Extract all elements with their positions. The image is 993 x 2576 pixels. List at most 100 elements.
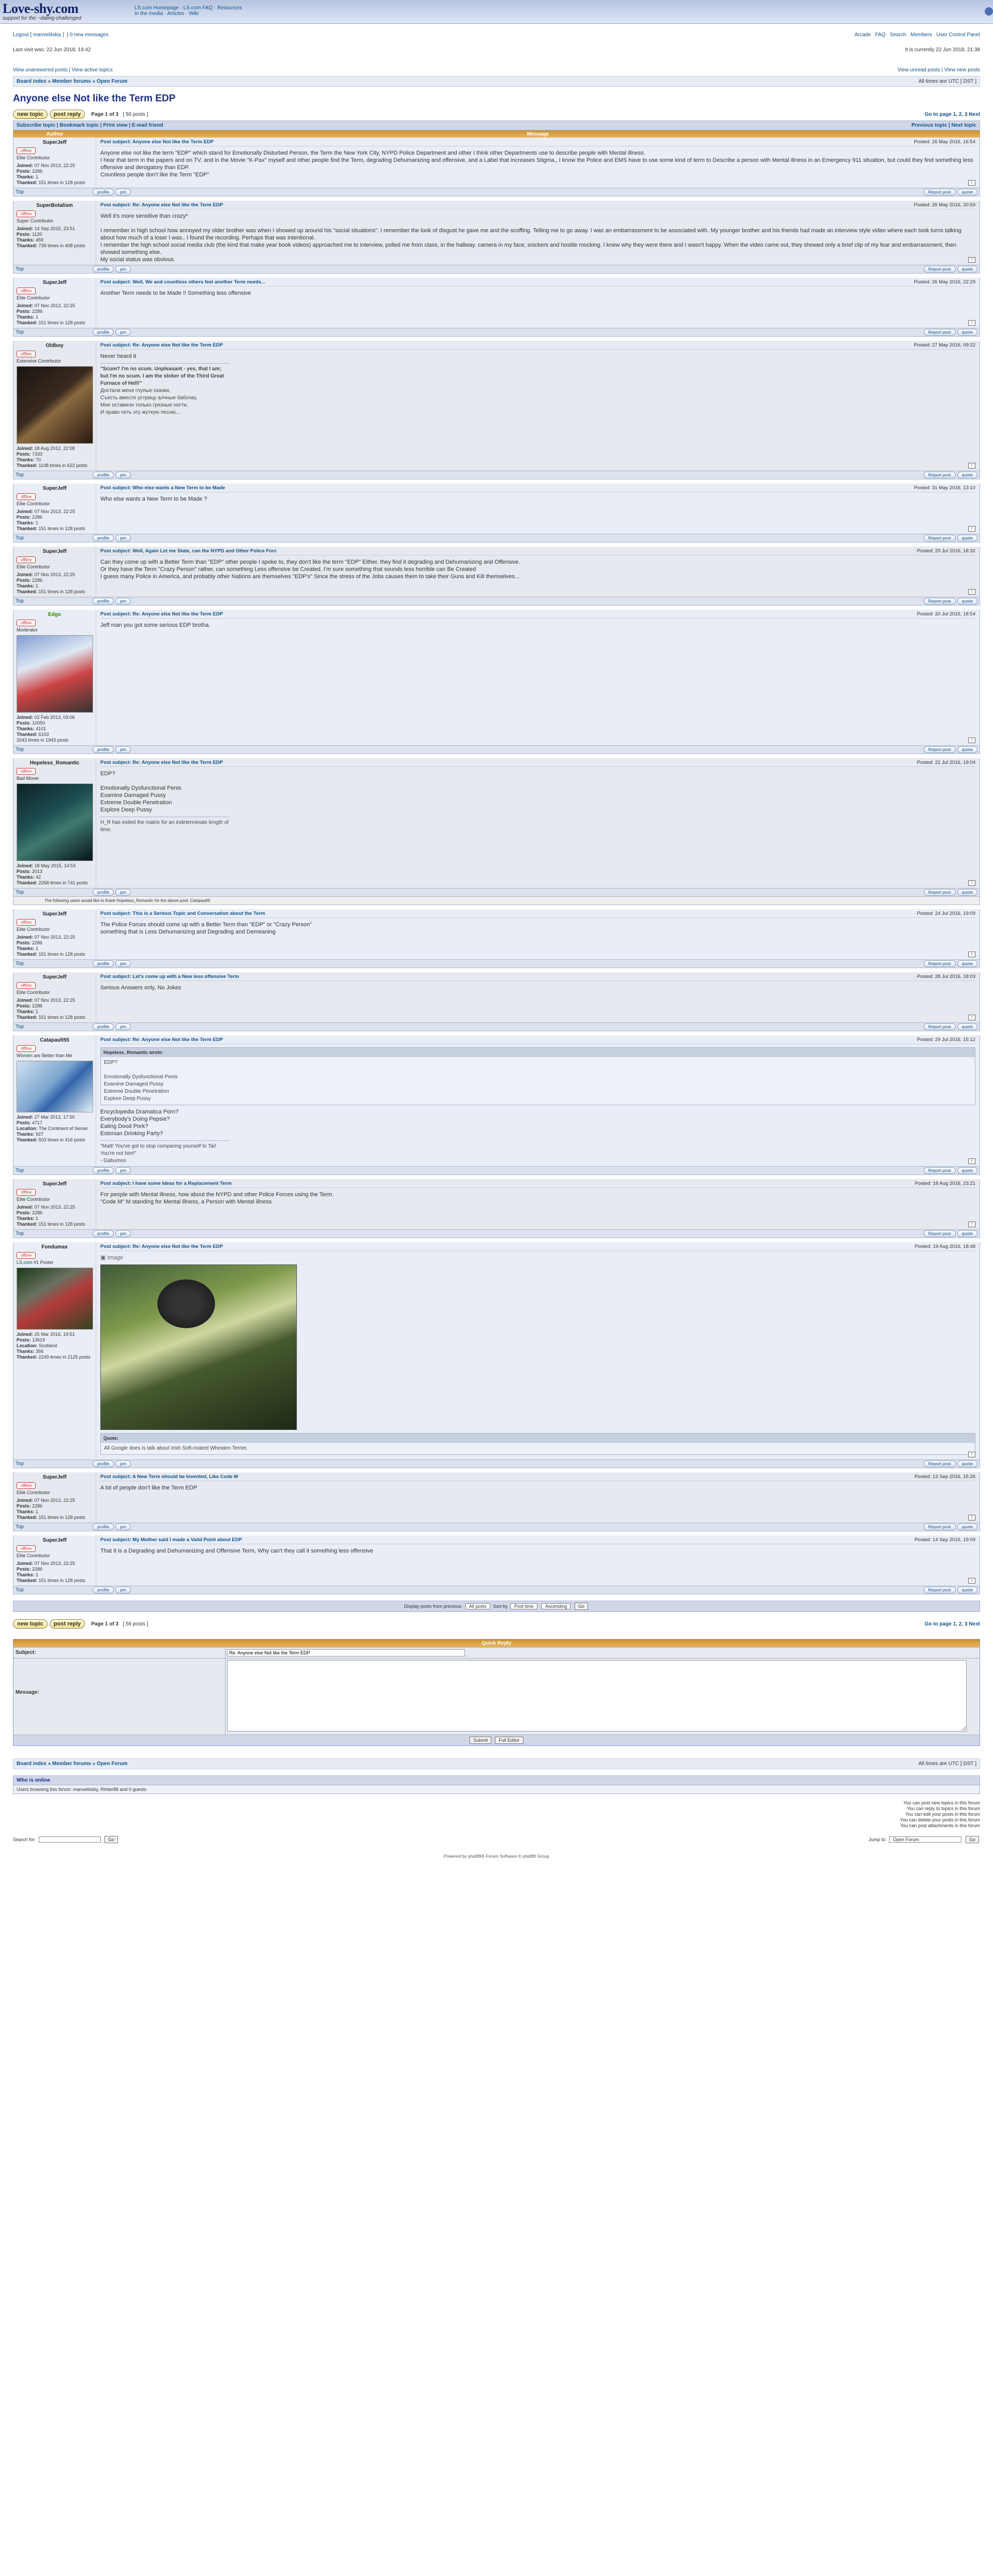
members-link[interactable]: Members: [910, 32, 932, 38]
report-post-button[interactable]: Report post: [923, 1460, 956, 1467]
quote-button[interactable]: quote: [957, 1230, 977, 1237]
report-post-button[interactable]: Report post: [923, 1587, 956, 1593]
jump-go-button[interactable]: Go: [965, 1836, 979, 1843]
wiki-link[interactable]: Wiki: [189, 11, 199, 17]
profile-button[interactable]: profile: [93, 960, 114, 967]
new-topic-button-bottom[interactable]: new topic: [13, 1619, 48, 1629]
post-subject[interactable]: Post subject: Re: Anyone else Not like t…: [100, 611, 223, 617]
report-post-button[interactable]: Report post: [923, 889, 956, 896]
report-post-button[interactable]: Report post: [923, 1167, 956, 1174]
top-link[interactable]: Top: [16, 189, 24, 195]
quote-button[interactable]: quote: [957, 889, 977, 896]
profile-button[interactable]: profile: [93, 889, 114, 896]
sortkey-select[interactable]: Post time: [510, 1603, 537, 1609]
pagination-bottom[interactable]: Go to page 1, 2, 3 Next: [925, 1621, 980, 1627]
pm-button[interactable]: pm: [115, 889, 131, 896]
post-author[interactable]: SuperJeff: [17, 140, 93, 145]
post-author[interactable]: SuperJeff: [17, 1474, 93, 1480]
top-link[interactable]: Top: [16, 1524, 24, 1530]
top-link[interactable]: Top: [16, 747, 24, 752]
pm-button[interactable]: pm: [115, 1023, 131, 1030]
search-go-button[interactable]: Go: [104, 1836, 118, 1843]
post-reply-button-bottom[interactable]: post reply: [49, 1619, 85, 1629]
pm-button[interactable]: pm: [115, 1230, 131, 1237]
articles-link[interactable]: Articles: [167, 11, 184, 17]
quote-button[interactable]: quote: [957, 1167, 977, 1174]
search-forum-input[interactable]: [38, 1836, 101, 1843]
report-icon[interactable]: !: [968, 320, 975, 326]
post-subject[interactable]: Post subject: My Mother said I made a Va…: [100, 1537, 242, 1543]
report-icon[interactable]: !: [968, 589, 975, 595]
pm-button[interactable]: pm: [115, 535, 131, 541]
report-icon[interactable]: !: [968, 180, 975, 186]
post-subject[interactable]: Post subject: A New Term should be Inven…: [100, 1474, 238, 1480]
post-subject[interactable]: Post subject: Well, Again Let me State, …: [100, 548, 277, 554]
top-link[interactable]: Top: [16, 472, 24, 478]
post-subject[interactable]: Post subject: Re: Anyone else Not like t…: [100, 760, 223, 765]
post-author[interactable]: Oldboy: [17, 343, 93, 349]
top-link[interactable]: Top: [16, 1231, 24, 1237]
post-reply-button[interactable]: post reply: [49, 110, 85, 119]
profile-button[interactable]: profile: [93, 1587, 114, 1593]
pm-button[interactable]: pm: [115, 598, 131, 605]
post-subject[interactable]: Post subject: I have some Ideas for a Re…: [100, 1181, 232, 1186]
post-subject[interactable]: Post subject: Anyone else Not like the T…: [100, 139, 214, 145]
media-link[interactable]: In the media: [134, 11, 163, 17]
top-link[interactable]: Top: [16, 329, 24, 335]
profile-button[interactable]: profile: [93, 1167, 114, 1174]
top-link[interactable]: Top: [16, 1587, 24, 1593]
message-textarea[interactable]: [227, 1660, 967, 1731]
post-subject[interactable]: Post subject: Well, We and countless oth…: [100, 279, 265, 285]
pagination[interactable]: Go to page 1, 2, 3 Next: [925, 112, 980, 117]
report-icon[interactable]: !: [968, 1015, 975, 1020]
post-author[interactable]: Catapault55: [17, 1037, 93, 1043]
report-icon[interactable]: !: [968, 1222, 975, 1227]
quote-button[interactable]: quote: [957, 472, 977, 478]
search-link[interactable]: Search: [890, 32, 906, 38]
report-post-button[interactable]: Report post: [923, 960, 956, 967]
quote-button[interactable]: quote: [957, 746, 977, 753]
pm-button[interactable]: pm: [115, 472, 131, 478]
report-icon[interactable]: !: [968, 1515, 975, 1520]
top-link[interactable]: Top: [16, 535, 24, 541]
profile-button[interactable]: profile: [93, 1460, 114, 1467]
quote-button[interactable]: quote: [957, 1023, 977, 1030]
new-topic-button[interactable]: new topic: [13, 110, 48, 119]
report-icon[interactable]: !: [968, 257, 975, 263]
arcade-link[interactable]: Arcade: [854, 32, 871, 38]
faq-link[interactable]: LS.com FAQ: [184, 5, 213, 11]
post-author[interactable]: SuperJeff: [17, 911, 93, 917]
post-author[interactable]: SuperJeff: [17, 974, 93, 980]
post-subject[interactable]: Post subject: Re: Anyone else Not like t…: [100, 1037, 223, 1043]
pm-button[interactable]: pm: [115, 1524, 131, 1530]
pm-button[interactable]: pm: [115, 746, 131, 753]
post-author[interactable]: SuperJeff: [17, 486, 93, 491]
report-post-button[interactable]: Report post: [923, 189, 956, 195]
report-icon[interactable]: !: [968, 463, 975, 469]
top-link[interactable]: Top: [16, 1168, 24, 1173]
full-editor-button[interactable]: Full Editor: [495, 1737, 523, 1744]
profile-button[interactable]: profile: [93, 535, 114, 541]
pm-button[interactable]: pm: [115, 1460, 131, 1467]
pm-button[interactable]: pm: [115, 1587, 131, 1593]
report-post-button[interactable]: Report post: [923, 266, 956, 273]
report-icon[interactable]: !: [968, 880, 975, 886]
quote-button[interactable]: quote: [957, 1460, 977, 1467]
post-subject[interactable]: Post subject: Re: Anyone else Not like t…: [100, 1244, 223, 1249]
post-subject[interactable]: Post subject: Who else wants a New Term …: [100, 485, 225, 491]
report-icon[interactable]: !: [968, 526, 975, 532]
top-link[interactable]: Top: [16, 890, 24, 895]
submit-button[interactable]: Submit: [470, 1737, 492, 1744]
report-post-button[interactable]: Report post: [923, 535, 956, 541]
unanswered-link[interactable]: View unanswered posts | View active topi…: [13, 67, 113, 73]
display-go-button[interactable]: Go: [574, 1603, 588, 1610]
ucp-link[interactable]: User Control Panel: [937, 32, 980, 38]
pm-button[interactable]: pm: [115, 266, 131, 273]
quote-button[interactable]: quote: [957, 598, 977, 605]
days-select[interactable]: All posts: [465, 1603, 490, 1609]
resources-link[interactable]: Resources: [217, 5, 242, 11]
pm-button[interactable]: pm: [115, 329, 131, 336]
quote-button[interactable]: quote: [957, 189, 977, 195]
post-author[interactable]: SuperBotalism: [17, 203, 93, 208]
logout-link[interactable]: Logout [ manvelitskiy ]: [13, 32, 64, 38]
